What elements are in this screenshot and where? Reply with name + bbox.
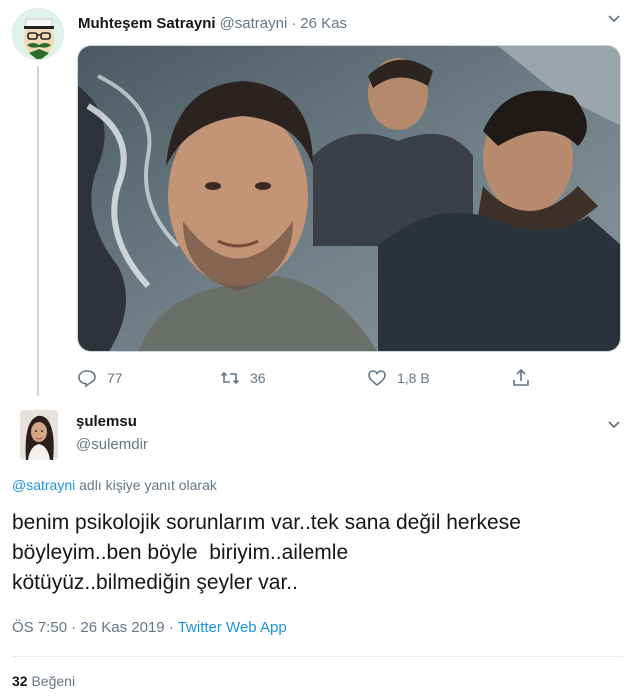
meta-separator: · bbox=[168, 619, 174, 636]
replying-to-suffix: adlı kişiye yanıt olarak bbox=[75, 477, 217, 493]
thread-connector-line bbox=[37, 66, 39, 396]
likes-label: Beğeni bbox=[31, 673, 76, 689]
parent-actions-bar: 77 36 1,8 B bbox=[77, 368, 547, 392]
reply-handle[interactable]: @sulemdir bbox=[76, 436, 148, 453]
reply-avatar[interactable] bbox=[20, 410, 58, 460]
meta-separator: · bbox=[71, 619, 77, 636]
header-separator: · bbox=[291, 14, 297, 32]
reply-icon bbox=[78, 370, 96, 388]
tweet-meta: ÖS 7:50 · 26 Kas 2019 · Twitter Web App bbox=[12, 619, 287, 636]
share-button[interactable] bbox=[511, 368, 541, 388]
chevron-down-icon[interactable] bbox=[607, 12, 621, 26]
parent-date[interactable]: 26 Kas bbox=[300, 15, 347, 32]
tweet-photo[interactable] bbox=[77, 45, 621, 352]
reply-display-name[interactable]: şulemsu bbox=[76, 413, 137, 430]
chevron-down-icon[interactable] bbox=[607, 418, 621, 432]
replying-to-line: @satrayni adlı kişiye yanıt olarak bbox=[12, 477, 217, 493]
heart-icon bbox=[368, 370, 386, 387]
parent-handle[interactable]: @satrayni bbox=[220, 15, 288, 32]
divider bbox=[12, 656, 623, 657]
retweet-icon bbox=[220, 371, 240, 385]
retweet-button[interactable]: 36 bbox=[220, 368, 266, 388]
likes-summary[interactable]: 32 Beğeni bbox=[12, 673, 75, 689]
parent-tweet-header: Muhteşem Satrayni @satrayni · 26 Kas bbox=[78, 12, 623, 34]
tweet-source-link[interactable]: Twitter Web App bbox=[178, 619, 287, 636]
parent-display-name[interactable]: Muhteşem Satrayni bbox=[78, 15, 216, 32]
tweet-text-line: böyleyim..ben böyle biriyim..ailemle bbox=[12, 541, 349, 564]
reply-button[interactable]: 77 bbox=[77, 368, 123, 388]
retweet-count: 36 bbox=[250, 370, 266, 386]
tweet-text-line: benim psikolojik sorunlarım var..tek san… bbox=[12, 511, 521, 534]
share-icon bbox=[513, 368, 529, 386]
tweet-time[interactable]: ÖS 7:50 bbox=[12, 619, 67, 636]
tweet-text-line: kötüyüz..bilmediğin şeyler var.. bbox=[12, 571, 298, 594]
replying-to-mention-link[interactable]: @satrayni bbox=[12, 477, 75, 493]
like-button[interactable]: 1,8 B bbox=[367, 368, 430, 388]
tweet-date[interactable]: 26 Kas 2019 bbox=[80, 619, 164, 636]
likes-count: 32 bbox=[12, 673, 28, 689]
mustache-avatar-icon[interactable] bbox=[12, 8, 64, 60]
like-count: 1,8 B bbox=[397, 370, 430, 386]
reply-tweet-text: benim psikolojik sorunlarım var..tek san… bbox=[12, 508, 622, 598]
reply-count: 77 bbox=[107, 370, 123, 386]
